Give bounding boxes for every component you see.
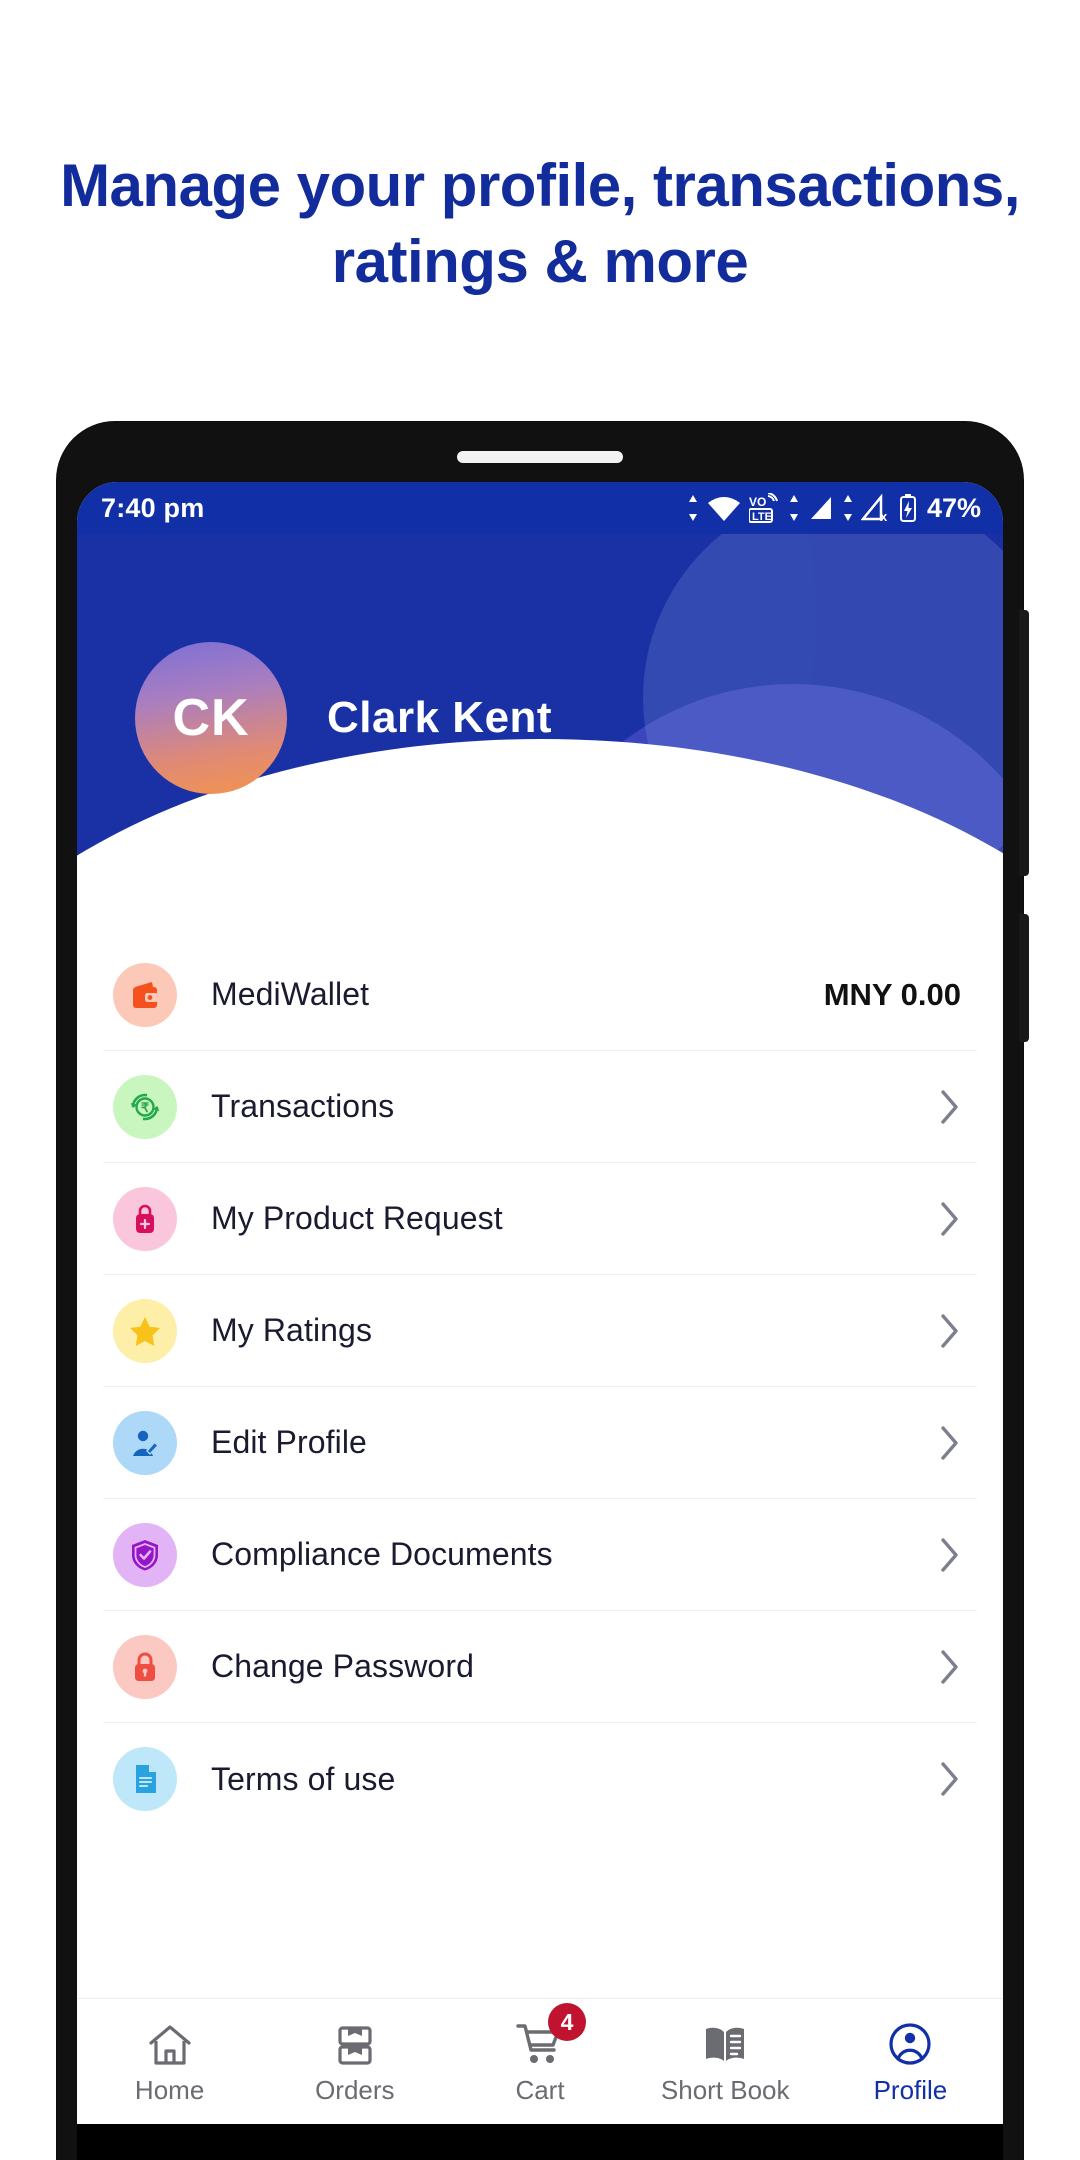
status-bar: 7:40 pm VO LTE x 47%	[77, 482, 1003, 534]
transactions-refresh-icon: ₹	[113, 1074, 177, 1139]
data-transfer-2-icon	[789, 494, 799, 522]
data-transfer-icon	[687, 494, 699, 522]
orders-icon	[333, 2017, 377, 2067]
menu-item-my-product-request[interactable]: My Product Request	[103, 1163, 977, 1275]
page-title-line-1: Manage your profile, transactions,	[60, 152, 1020, 219]
star-icon	[113, 1298, 177, 1363]
shield-check-icon	[113, 1522, 177, 1587]
menu-item-trailing	[939, 1312, 961, 1350]
cart-icon: 4	[516, 2003, 586, 2067]
nav-label: Cart	[515, 2075, 565, 2105]
lock-icon	[113, 1634, 177, 1699]
nav-item-cart[interactable]: 4 Cart	[447, 2003, 632, 2106]
phone-speaker	[457, 451, 623, 463]
page-root: Manage your profile, transactions, ratin…	[0, 0, 1080, 2160]
menu-item-mediwallet[interactable]: MediWallet MNY 0.00	[103, 939, 977, 1051]
chevron-right-icon	[939, 1536, 961, 1574]
phone-screen: 7:40 pm VO LTE x 47% CK Clark Kent MediW…	[77, 482, 1003, 2160]
menu-item-label: Change Password	[211, 1648, 474, 1684]
menu-item-label: Compliance Documents	[211, 1536, 553, 1572]
menu-item-trailing	[939, 1760, 961, 1798]
chevron-right-icon	[939, 1760, 961, 1798]
wifi-icon	[707, 494, 741, 522]
nav-label: Profile	[873, 2075, 948, 2105]
menu-item-trailing	[939, 1200, 961, 1238]
chevron-right-icon	[939, 1200, 961, 1238]
page-title-line-2: ratings & more	[331, 228, 749, 296]
menu-item-terms-of-use[interactable]: Terms of use	[103, 1723, 977, 1835]
phone-bottom-bezel	[77, 2124, 1003, 2160]
battery-icon	[899, 494, 917, 522]
profile-name: Clark Kent	[327, 693, 553, 742]
menu-item-transactions[interactable]: ₹ Transactions	[103, 1051, 977, 1163]
profile-menu-list: MediWallet MNY 0.00 ₹ Transactions My Pr…	[77, 939, 1003, 1835]
menu-item-label: Edit Profile	[211, 1424, 367, 1460]
profile-icon	[887, 2017, 933, 2067]
nav-item-orders[interactable]: Orders	[262, 2017, 447, 2106]
menu-item-label: Terms of use	[211, 1760, 396, 1797]
home-icon	[147, 2017, 193, 2067]
menu-item-compliance-documents[interactable]: Compliance Documents	[103, 1499, 977, 1611]
menu-item-trailing	[939, 1648, 961, 1686]
svg-text:x: x	[880, 509, 888, 522]
status-time: 7:40 pm	[101, 492, 205, 523]
menu-item-trailing: MNY 0.00	[824, 977, 961, 1013]
nav-item-profile[interactable]: Profile	[818, 2017, 1003, 2106]
nav-label: Orders	[315, 2075, 395, 2105]
battery-percent: 47%	[926, 492, 981, 523]
nav-item-short-book[interactable]: Short Book	[633, 2017, 818, 2106]
chevron-right-icon	[939, 1088, 961, 1126]
status-icon-group: VO LTE x 47%	[687, 493, 981, 524]
menu-item-label: My Ratings	[211, 1312, 373, 1348]
bottom-navigation: Home Orders 4 Cart Short Book Profile	[77, 1998, 1003, 2124]
chevron-right-icon	[939, 1312, 961, 1350]
signal-off-icon: x	[860, 494, 891, 522]
signal-icon	[807, 494, 835, 522]
wallet-balance: MNY 0.00	[823, 976, 961, 1012]
cart-badge: 4	[548, 2003, 586, 2041]
menu-item-trailing	[939, 1088, 961, 1126]
profile-header: CK Clark Kent	[77, 534, 1003, 939]
nav-item-home[interactable]: Home	[77, 2017, 262, 2106]
svg-text:LTE: LTE	[752, 511, 772, 523]
product-bag-plus-icon	[113, 1186, 177, 1251]
chevron-right-icon	[939, 1648, 961, 1686]
phone-frame: 7:40 pm VO LTE x 47% CK Clark Kent MediW…	[57, 422, 1029, 2160]
person-edit-icon	[113, 1410, 177, 1475]
menu-item-label: MediWallet	[211, 976, 370, 1012]
menu-item-change-password[interactable]: Change Password	[103, 1611, 977, 1723]
phone-volume-button[interactable]	[1019, 610, 1029, 876]
menu-item-label: My Product Request	[211, 1200, 503, 1236]
page-title: Manage your profile, transactions, ratin…	[0, 148, 1080, 300]
volte-icon: VO LTE	[748, 493, 781, 523]
phone-power-button[interactable]	[1019, 914, 1029, 1042]
svg-text:₹: ₹	[141, 1100, 150, 1115]
menu-item-trailing	[939, 1424, 961, 1462]
wallet-icon	[113, 962, 177, 1027]
menu-item-my-ratings[interactable]: My Ratings	[103, 1275, 977, 1387]
nav-label: Short Book	[660, 2075, 790, 2105]
svg-text:VO: VO	[749, 495, 766, 509]
profile-summary[interactable]: CK Clark Kent	[135, 642, 552, 794]
menu-item-trailing	[939, 1536, 961, 1574]
avatar: CK	[135, 642, 287, 794]
document-icon	[113, 1747, 177, 1811]
menu-item-label: Transactions	[211, 1088, 395, 1124]
nav-label: Home	[134, 2075, 205, 2105]
menu-item-edit-profile[interactable]: Edit Profile	[103, 1387, 977, 1499]
chevron-right-icon	[939, 1424, 961, 1462]
data-transfer-3-icon	[843, 494, 853, 522]
book-icon	[701, 2017, 749, 2067]
